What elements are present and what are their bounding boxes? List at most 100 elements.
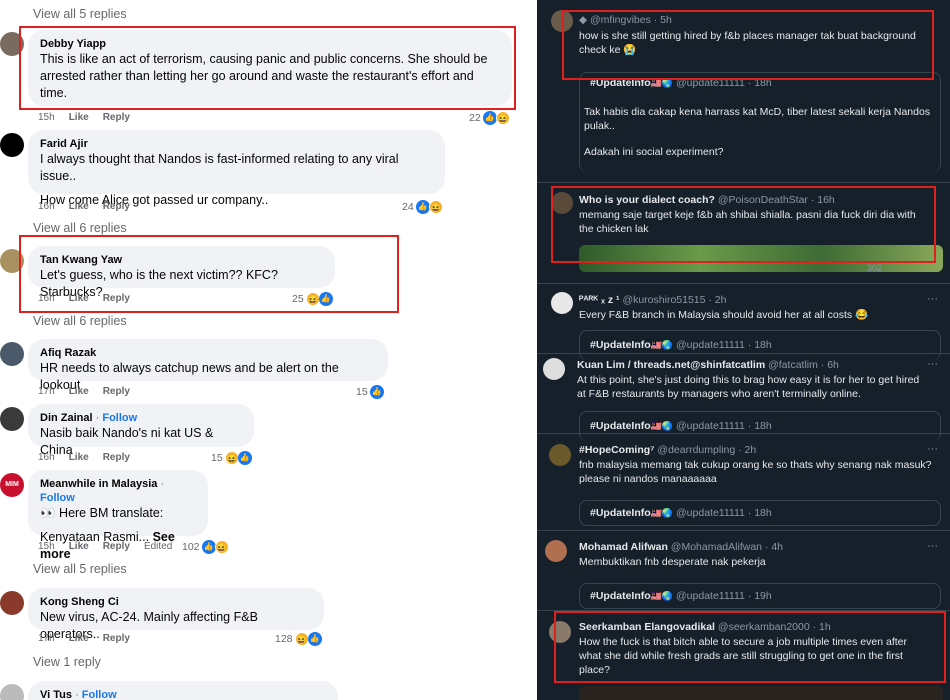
commenter-name[interactable]: Meanwhile in Malaysia: [40, 478, 157, 490]
avatar[interactable]: MIM: [0, 473, 24, 497]
comment-bubble: Afiq Razak HR needs to always catchup ne…: [28, 339, 388, 392]
tweet[interactable]: #HopeComing⁷ @dearrdumpling · 2h ··· fnb…: [537, 434, 950, 531]
view-replies-link[interactable]: View all 5 replies: [33, 7, 127, 21]
comment-text-line: 👀 Here BM translate:: [40, 506, 164, 520]
reply-button[interactable]: Reply: [103, 452, 130, 463]
more-options-icon[interactable]: ···: [927, 443, 938, 455]
comment-time[interactable]: 16h: [38, 201, 55, 212]
comment-time[interactable]: 15h: [38, 541, 55, 552]
tweet-text-line: fnb malaysia memang tak cukup orang ke s…: [579, 459, 932, 471]
avatar[interactable]: [0, 591, 24, 615]
avatar[interactable]: [549, 444, 571, 466]
like-button[interactable]: Like: [69, 452, 89, 463]
edited-label[interactable]: Edited: [144, 541, 172, 552]
tweet[interactable]: ᴾᴬᴿᴷ ₓ z ¹ @kuroshiro51515 · 2h ··· Ever…: [537, 284, 950, 360]
like-button[interactable]: Like: [69, 112, 89, 123]
avatar[interactable]: [545, 540, 567, 562]
follow-button[interactable]: Follow: [102, 412, 137, 424]
quoted-tweet-header: #UpdateInfo🇲🇾🌏 @update11111 · 18h: [590, 420, 772, 432]
avatar[interactable]: [0, 684, 24, 700]
quoted-tweet[interactable]: #UpdateInfo🇲🇾🌏 @update11111 · 19h: [579, 583, 941, 609]
comment-time[interactable]: 17h: [38, 386, 55, 397]
follow-button[interactable]: Follow: [82, 689, 117, 700]
reply-button[interactable]: Reply: [103, 633, 130, 644]
avatar[interactable]: [551, 292, 573, 314]
more-options-icon[interactable]: ···: [927, 540, 938, 552]
like-reaction-icon: 👍: [369, 385, 384, 399]
reaction-count[interactable]: 15 👍: [356, 385, 384, 399]
tweet-handle[interactable]: @dearrdumpling · 2h: [657, 444, 756, 456]
tweet-text: At this point, she's just doing this to …: [577, 373, 942, 401]
like-reaction-icon: 👍: [415, 200, 430, 214]
view-replies-link[interactable]: View 1 reply: [33, 655, 101, 669]
tweet-text: Every F&B branch in Malaysia should avoi…: [579, 308, 934, 322]
haha-reaction-icon: 😆: [214, 540, 229, 554]
view-replies-link[interactable]: View all 5 replies: [33, 562, 127, 576]
commenter-name[interactable]: Din Zainal: [40, 412, 93, 424]
quoted-tweet-header: #UpdateInfo🇲🇾🌏 @update11111 · 19h: [590, 590, 772, 602]
comment-time[interactable]: 16h: [38, 452, 55, 463]
tweet[interactable]: Kuan Lim / threads.net@shinfatcatlim @fa…: [537, 354, 950, 441]
highlight-box: [554, 611, 946, 683]
tweet[interactable]: Mohamad Alifwan @MohamadAlifwan · 4h ···…: [537, 531, 950, 611]
tweet-handle[interactable]: @kuroshiro51515 · 2h: [622, 294, 726, 306]
tweet-handle[interactable]: @fatcatlim · 6h: [768, 359, 839, 371]
reaction-count[interactable]: 24 👍 😆: [402, 200, 443, 214]
follow-button[interactable]: Follow: [40, 492, 75, 504]
like-button[interactable]: Like: [69, 386, 89, 397]
quoted-tweet[interactable]: #UpdateInfo🇲🇾🌏 @update11111 · 18h: [579, 500, 941, 526]
commenter-name[interactable]: Afiq Razak: [40, 346, 376, 360]
comment-bubble: Vi Tus · Follow: [28, 681, 338, 700]
reaction-count[interactable]: 128 😆 👍: [275, 632, 322, 646]
avatar[interactable]: [543, 358, 565, 380]
reply-button[interactable]: Reply: [103, 541, 130, 552]
quoted-author-name: #UpdateInfo: [590, 420, 651, 432]
like-button[interactable]: Like: [69, 541, 89, 552]
more-options-icon[interactable]: ···: [927, 293, 938, 305]
tweet-header: Kuan Lim / threads.net@shinfatcatlim @fa…: [577, 359, 839, 371]
view-count[interactable]: 302: [867, 263, 882, 273]
tweet-author-name[interactable]: Mohamad Alifwan: [579, 541, 668, 553]
commenter-name[interactable]: Farid Ajir: [40, 137, 433, 151]
media-image[interactable]: [579, 686, 943, 700]
tweet-handle[interactable]: @MohamadAlifwan · 4h: [671, 541, 783, 553]
comment-text-line: [40, 185, 433, 192]
highlight-box: [19, 26, 516, 110]
like-button[interactable]: Like: [69, 201, 89, 212]
view-replies-link[interactable]: View all 6 replies: [33, 314, 127, 328]
avatar[interactable]: [0, 133, 24, 157]
reply-button[interactable]: Reply: [103, 386, 130, 397]
quoted-handle: @update11111 · 18h: [676, 420, 772, 432]
comment-time[interactable]: 17h: [38, 633, 55, 644]
highlight-box: [562, 10, 934, 80]
comment-meta: 16h Like Reply: [38, 201, 144, 212]
reply-button[interactable]: Reply: [103, 112, 130, 123]
reply-button[interactable]: Reply: [103, 201, 130, 212]
tweet-text: Membuktikan fnb desperate nak pekerja: [579, 555, 934, 569]
comment-time[interactable]: 15h: [38, 112, 55, 123]
tweet-header: ᴾᴬᴿᴷ ₓ z ¹ @kuroshiro51515 · 2h: [579, 294, 727, 306]
haha-reaction-icon: 😆: [428, 200, 443, 214]
quoted-tweet-header: #UpdateInfo🇲🇾🌏 @update11111 · 18h: [590, 339, 772, 351]
tweet-author-name[interactable]: #HopeComing⁷: [579, 444, 655, 456]
reaction-count[interactable]: 22 👍 😆: [469, 111, 510, 125]
tweet-author-name[interactable]: ᴾᴬᴿᴷ ₓ z ¹: [579, 294, 620, 306]
commenter-name[interactable]: Kong Sheng Ci: [40, 595, 312, 609]
tweet-author-name[interactable]: Kuan Lim / threads.net@shinfatcatlim: [577, 359, 765, 371]
avatar[interactable]: [0, 407, 24, 431]
avatar[interactable]: [0, 342, 24, 366]
flag-icon: 🇲🇾🌏: [650, 591, 674, 601]
quoted-text-line: [584, 133, 939, 145]
comment-meta: 17h Like Reply: [38, 386, 144, 397]
quoted-author-name: #UpdateInfo: [590, 590, 651, 602]
more-options-icon[interactable]: ···: [927, 358, 938, 370]
follow-separator: ·: [95, 412, 100, 424]
highlight-box: [19, 235, 399, 313]
commenter-name[interactable]: Vi Tus: [40, 689, 72, 700]
comment-meta: 15h Like Reply: [38, 112, 144, 123]
quoted-tweet[interactable]: #UpdateInfo🇲🇾🌏 @update11111 · 18h Tak ha…: [579, 72, 941, 172]
like-button[interactable]: Like: [69, 633, 89, 644]
reaction-count[interactable]: 15 😆 👍: [211, 451, 252, 465]
view-replies-link[interactable]: View all 6 replies: [33, 221, 127, 235]
reaction-count[interactable]: 102 👍 😆: [182, 540, 229, 554]
